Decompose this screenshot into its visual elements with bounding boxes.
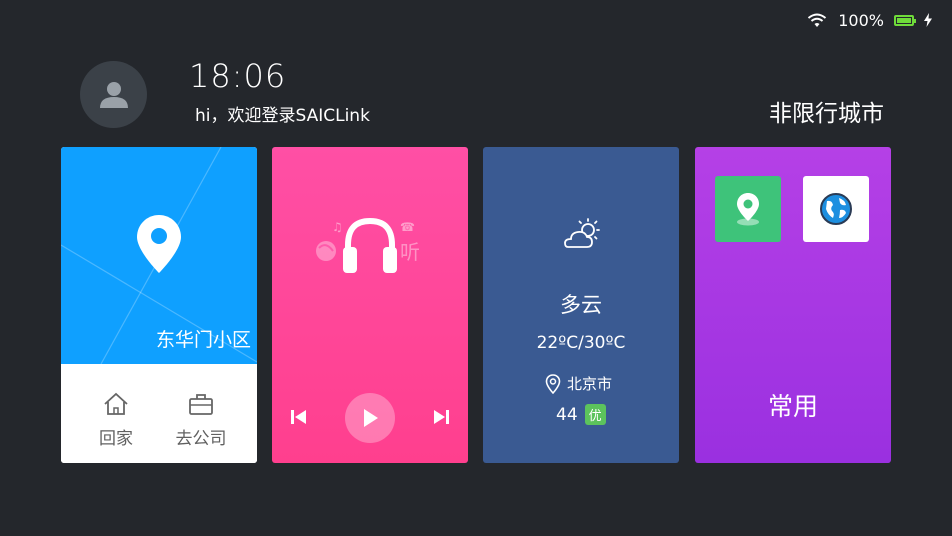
globe-icon (820, 193, 852, 225)
browser-app-tile[interactable] (803, 176, 869, 242)
avatar[interactable] (80, 61, 147, 128)
weather-condition: 多云 (560, 293, 602, 317)
navigation-card[interactable]: 东华门小区 回家 去公司 (61, 147, 257, 463)
weather-card[interactable]: 多云 22ºC/30ºC 北京市 44 优 (483, 147, 679, 463)
weather-location: 北京市 (545, 373, 612, 394)
bolt-icon (924, 13, 932, 27)
briefcase-icon (189, 394, 213, 415)
location-pin-icon (137, 215, 181, 273)
home-icon (104, 392, 128, 415)
partly-cloudy-icon (564, 218, 600, 248)
frequent-apps-label: 常用 (767, 392, 818, 421)
welcome-text[interactable]: hi，欢迎登录SAICLink (195, 101, 370, 126)
music-card[interactable]: ♫ ☎ 听 (272, 147, 468, 463)
battery-icon (894, 14, 916, 26)
go-home-label: 回家 (99, 429, 133, 449)
frequent-apps-card[interactable]: 常用 (695, 147, 891, 463)
listen-watermark-text: 听 (400, 240, 420, 264)
go-to-company-label: 去公司 (175, 429, 227, 449)
go-home-button[interactable]: 回家 (81, 392, 151, 449)
headphones-icon: ♫ ☎ 听 (316, 217, 420, 273)
traffic-restriction-text: 非限行城市 (769, 101, 884, 127)
status-bar: 100% (806, 9, 932, 31)
previous-track-icon[interactable] (290, 409, 308, 425)
current-address: 东华门小区 (155, 329, 251, 351)
temperature-range: 22ºC/30ºC (536, 333, 626, 353)
clock-time: 18:06 (189, 57, 287, 95)
navigation-shortcuts: 回家 去公司 (61, 364, 257, 463)
svg-text:♫: ♫ (332, 220, 343, 234)
wifi-icon (808, 13, 827, 27)
aqi-value: 44 (556, 404, 578, 425)
go-to-company-button[interactable]: 去公司 (166, 392, 236, 449)
battery-percent: 100% (838, 10, 884, 30)
navigation-map-area[interactable]: 东华门小区 (61, 147, 257, 364)
next-track-icon[interactable] (432, 409, 450, 425)
map-app-tile[interactable] (715, 176, 781, 242)
air-quality: 44 优 (556, 404, 606, 425)
aqi-level-badge: 优 (584, 404, 606, 425)
weather-city: 北京市 (567, 375, 613, 393)
play-button[interactable] (345, 393, 395, 443)
location-outline-icon (545, 373, 561, 394)
play-icon (364, 409, 378, 427)
svg-text:☎: ☎ (400, 220, 415, 234)
user-icon (99, 81, 128, 108)
map-pin-app-icon (737, 193, 759, 226)
